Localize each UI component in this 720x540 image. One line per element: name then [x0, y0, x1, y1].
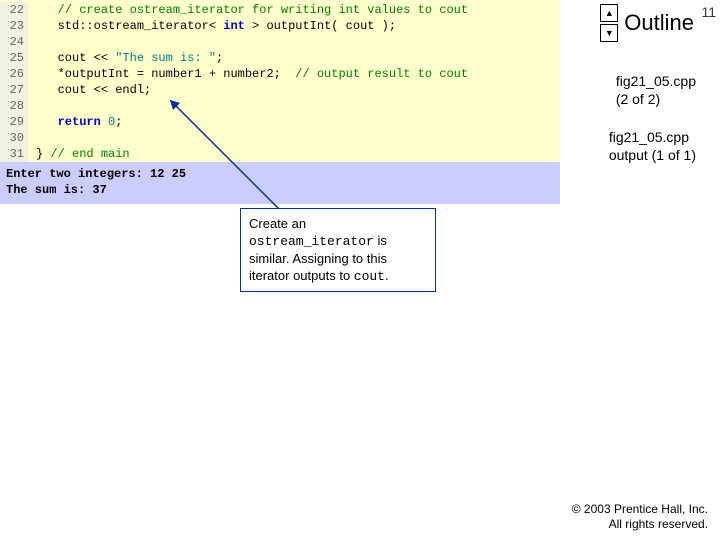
code-token: } [36, 147, 50, 161]
code-text [28, 98, 36, 114]
code-line: 28 [0, 98, 560, 114]
line-number: 31 [0, 146, 28, 162]
code-token: int [223, 19, 245, 33]
code-token [101, 115, 108, 129]
line-number: 22 [0, 2, 28, 18]
callout-text: Create an [249, 216, 306, 231]
code-token: cout << endl; [58, 83, 152, 97]
code-token: ; [115, 115, 122, 129]
code-line: 26 *outputInt = number1 + number2; // ou… [0, 66, 560, 82]
sidebar-note-source: fig21_05.cpp (2 of 2) [616, 72, 696, 108]
code-token: // output result to cout [295, 67, 468, 81]
code-text: return 0; [28, 114, 122, 130]
code-token: > outputInt( cout ); [245, 19, 396, 33]
copyright-line: © 2003 Prentice Hall, Inc. [572, 502, 708, 517]
code-text [28, 130, 36, 146]
callout-code: cout [354, 269, 385, 284]
code-line: 30 [0, 130, 560, 146]
code-token: // end main [50, 147, 129, 161]
outline-arrows: ▲ ▼ [600, 4, 618, 42]
output-line: Enter two integers: 12 25 [6, 166, 554, 182]
code-line: 22 // create ostream_iterator for writin… [0, 2, 560, 18]
code-text: cout << "The sum is: "; [28, 50, 223, 66]
code-text [28, 34, 36, 50]
code-token: cout << [58, 51, 116, 65]
line-number: 24 [0, 34, 28, 50]
outline-nav: ▲ ▼ Outline [600, 4, 694, 42]
callout-text: . [385, 268, 389, 283]
line-number: 25 [0, 50, 28, 66]
line-number: 28 [0, 98, 28, 114]
note-line: fig21_05.cpp [616, 72, 696, 90]
code-token: ; [216, 51, 223, 65]
outline-up-button[interactable]: ▲ [600, 4, 618, 22]
output-line: The sum is: 37 [6, 182, 554, 198]
code-text: cout << endl; [28, 82, 151, 98]
code-text: *outputInt = number1 + number2; // outpu… [28, 66, 468, 82]
line-number: 30 [0, 130, 28, 146]
note-line: (2 of 2) [616, 90, 696, 108]
code-line: 29 return 0; [0, 114, 560, 130]
code-text: std::ostream_iterator< int > outputInt( … [28, 18, 396, 34]
note-line: output (1 of 1) [609, 146, 696, 164]
outline-label: Outline [624, 10, 694, 36]
code-line: 25 cout << "The sum is: "; [0, 50, 560, 66]
code-token: // create ostream_iterator for writing i… [58, 3, 468, 17]
code-token: *outputInt = number1 + number2; [58, 67, 296, 81]
line-number: 27 [0, 82, 28, 98]
callout-code: ostream_iterator [249, 234, 374, 249]
code-line: 27 cout << endl; [0, 82, 560, 98]
callout-annotation: Create an ostream_iterator is similar. A… [240, 208, 436, 292]
line-number: 29 [0, 114, 28, 130]
code-token: "The sum is: " [115, 51, 216, 65]
sidebar-note-output: fig21_05.cpp output (1 of 1) [609, 128, 696, 164]
program-output: Enter two integers: 12 25 The sum is: 37 [0, 162, 560, 204]
triangle-up-icon: ▲ [605, 9, 614, 18]
code-text: } // end main [28, 146, 130, 162]
line-number: 26 [0, 66, 28, 82]
code-token: return [58, 115, 101, 129]
outline-down-button[interactable]: ▼ [600, 24, 618, 42]
slide: 11 ▲ ▼ Outline 22 // create ostream_iter… [0, 0, 720, 540]
code-line: 24 [0, 34, 560, 50]
line-number: 23 [0, 18, 28, 34]
copyright: © 2003 Prentice Hall, Inc. All rights re… [572, 502, 708, 532]
code-line: 31} // end main [0, 146, 560, 162]
code-text: // create ostream_iterator for writing i… [28, 2, 468, 18]
triangle-down-icon: ▼ [605, 29, 614, 38]
note-line: fig21_05.cpp [609, 128, 696, 146]
copyright-line: All rights reserved. [572, 517, 708, 532]
code-line: 23 std::ostream_iterator< int > outputIn… [0, 18, 560, 34]
code-block: 22 // create ostream_iterator for writin… [0, 0, 560, 162]
page-number: 11 [701, 4, 716, 20]
code-token: std::ostream_iterator< [58, 19, 224, 33]
